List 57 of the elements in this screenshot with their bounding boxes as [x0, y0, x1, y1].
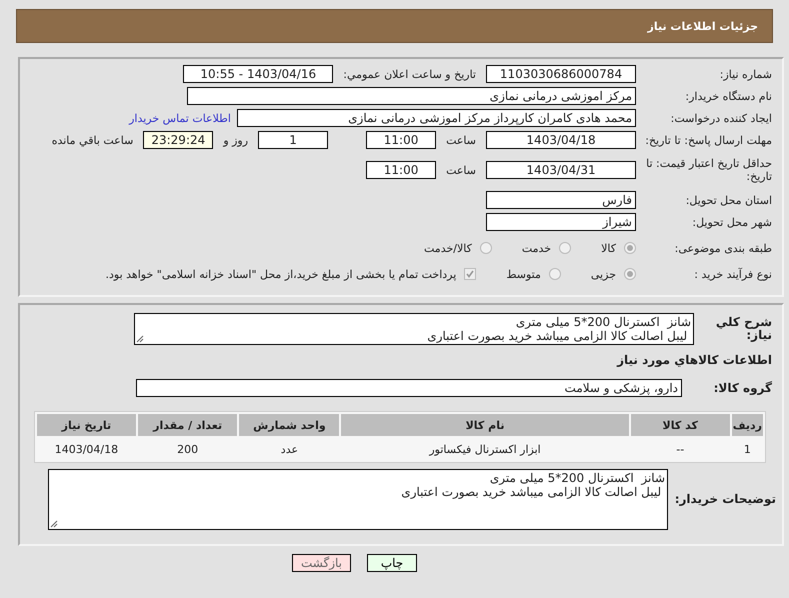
- radio-button[interactable]: [548, 268, 561, 280]
- text-field[interactable]: 1103030686000784: [486, 65, 636, 83]
- treasury-note: پرداخت تمام یا بخشی از مبلغ خرید،از محل "اسناد خزانه اسلامی" خواهد بود.: [106, 268, 456, 280]
- back-button[interactable]: بازگشت: [292, 554, 351, 572]
- field-label: شماره نیاز:: [718, 68, 772, 80]
- option-label: متوسط: [506, 268, 541, 280]
- section-heading: اطلاعات کالاهاي مورد نیاز: [616, 353, 772, 367]
- field-label: ایجاد کننده درخواست:: [670, 112, 772, 124]
- description-field[interactable]: شانز اکسترنال 200*5 میلی متری لیبل اصالت کالا الزامی میباشد خرید بصورت اعتباری: [134, 313, 694, 345]
- print-button[interactable]: چاپ: [367, 554, 417, 572]
- column-header: نام کالا: [341, 414, 629, 436]
- option-label: خدمت: [522, 242, 552, 254]
- option-label: کالا: [601, 242, 616, 254]
- column-header: کد کالا: [630, 414, 730, 436]
- radio-button[interactable]: [480, 242, 492, 254]
- field-label: تاریخ و ساعت اعلان عمومي:: [343, 68, 476, 80]
- field-label: روز و: [223, 134, 248, 146]
- text-field[interactable]: محمد هادی کامران کارپرداز مرکز اموزشی درمانی نمازی: [237, 109, 636, 127]
- column-header: ردیف: [732, 414, 763, 436]
- notes-field[interactable]: شانز اکسترنال 200*5 میلی متری لیبل اصالت کالا الزامی میباشد خرید بصورت اعتباری: [48, 469, 668, 530]
- field-label: توضیحات خریدار:: [674, 493, 776, 506]
- remaining-label: ساعت باقي مانده: [52, 134, 134, 146]
- text-field[interactable]: 1403/04/31: [486, 161, 636, 179]
- column-header: واحد شمارش: [239, 414, 340, 436]
- page-title: جزئیات اطلاعات نیاز: [648, 20, 758, 32]
- text-field[interactable]: 1403/04/18: [486, 131, 636, 149]
- field-label: طبقه بندی موضوعی:: [674, 242, 772, 254]
- field-label: مهلت ارسال پاسخ: تا تاریخ:: [644, 134, 772, 146]
- text-field[interactable]: فارس: [486, 191, 636, 209]
- field-label: گروه کالا:: [712, 382, 772, 394]
- text-field[interactable]: مرکز اموزشی درمانی نمازی: [187, 87, 636, 105]
- radio-button[interactable]: [559, 242, 572, 254]
- text-field[interactable]: 1403/04/16 - 10:55: [183, 65, 334, 83]
- column-header: تعداد / مقدار: [138, 414, 238, 436]
- resize-grip-icon[interactable]: [136, 335, 144, 343]
- radio-button[interactable]: [624, 242, 636, 254]
- field-label: استان محل تحویل:: [684, 194, 772, 206]
- checkbox[interactable]: [464, 268, 476, 280]
- text-field[interactable]: 1: [258, 131, 328, 149]
- field-label: حداقل تاریخ اعتبار قیمت: تا تاریخ:: [645, 157, 772, 183]
- text-field[interactable]: 23:29:24: [143, 131, 214, 149]
- field-label: شهر محل تحویل:: [691, 216, 772, 228]
- option-label: کالا/خدمت: [424, 242, 472, 254]
- resize-grip-icon[interactable]: [50, 520, 58, 528]
- field-label: شرح کلي نیاز:: [714, 316, 772, 342]
- text-field[interactable]: شیراز: [486, 213, 636, 231]
- field-label: نام دستگاه خریدار:: [684, 90, 772, 102]
- contact-link[interactable]: اطلاعات تماس خریدار: [129, 112, 231, 124]
- field-label: نوع فرآیند خرید :: [693, 268, 772, 280]
- radio-button[interactable]: [624, 268, 636, 280]
- text-field[interactable]: 11:00: [366, 161, 436, 179]
- option-label: جزیی: [590, 268, 616, 280]
- column-header: تاریخ نیاز: [37, 414, 136, 436]
- text-field[interactable]: دارو، پزشکی و سلامت: [136, 379, 682, 397]
- field-label: ساعت: [446, 134, 476, 146]
- field-label: ساعت: [446, 164, 476, 176]
- text-field[interactable]: 11:00: [366, 131, 436, 149]
